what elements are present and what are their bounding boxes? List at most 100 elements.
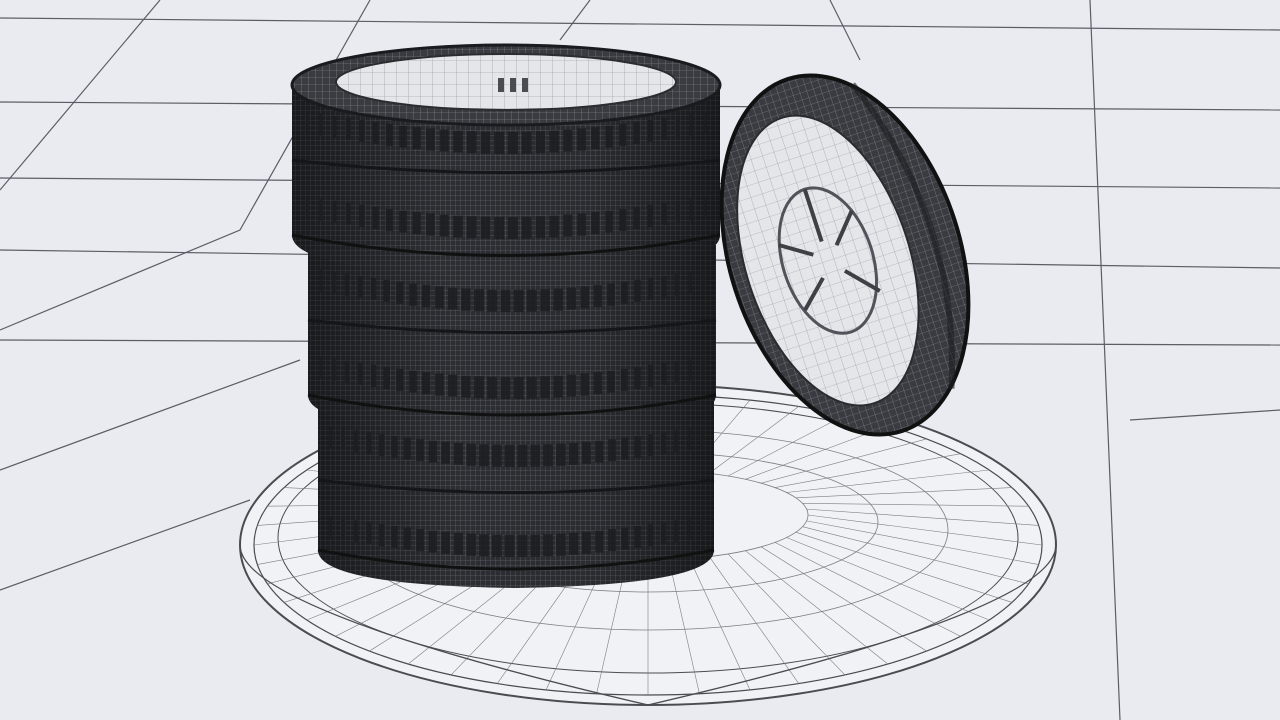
tread-block <box>530 534 541 557</box>
tread-block <box>540 376 550 399</box>
tread-block <box>593 372 602 395</box>
tread-block <box>391 525 398 548</box>
tread-block <box>466 131 477 154</box>
tread-block <box>634 435 641 458</box>
tread-block <box>480 131 491 154</box>
tread-block <box>620 368 628 391</box>
tread-block <box>549 130 559 153</box>
tread-block <box>647 119 654 142</box>
tread-block <box>661 202 667 225</box>
tread-block <box>453 532 463 555</box>
tread-block <box>607 370 615 393</box>
tread-block <box>353 520 359 543</box>
tread-block <box>479 534 489 557</box>
tread-block <box>403 527 411 550</box>
tread-block <box>378 524 385 547</box>
tread-block <box>608 529 616 552</box>
tread-block <box>494 131 505 154</box>
tread-block <box>702 269 705 292</box>
tread-block <box>577 213 586 236</box>
tread-block <box>620 281 628 304</box>
tread-block <box>569 442 579 465</box>
tread-block <box>687 428 691 451</box>
tread-block <box>689 198 694 221</box>
tread-block <box>441 531 450 554</box>
tread-block <box>319 356 322 379</box>
tread-block <box>582 441 591 464</box>
tread-block <box>441 441 450 464</box>
tread-block <box>357 275 363 298</box>
tread-block <box>385 208 393 231</box>
tread-block <box>453 130 463 153</box>
tread-block <box>399 210 407 233</box>
tread-block <box>563 214 573 237</box>
tread-block <box>566 374 576 397</box>
tread-block <box>494 216 505 239</box>
tread-block <box>422 372 431 395</box>
tread-block <box>675 200 680 223</box>
tread-block <box>412 127 421 150</box>
tread-block <box>461 288 471 311</box>
tread-block <box>487 289 498 312</box>
tread-block <box>582 531 591 554</box>
tread-block <box>366 522 372 545</box>
tread-block <box>341 518 345 541</box>
tread-block <box>378 434 385 457</box>
tread-block <box>435 286 444 309</box>
tread-block <box>688 271 692 294</box>
tread-block <box>412 212 421 235</box>
tread-block <box>428 440 437 463</box>
tread-block <box>608 439 616 462</box>
tread-block <box>521 216 532 239</box>
tread-block <box>549 215 559 238</box>
tread-block <box>428 530 437 553</box>
tread-block <box>357 362 363 385</box>
tread-block <box>540 289 550 312</box>
tread-block <box>448 287 458 310</box>
tread-block <box>370 364 377 387</box>
tread-block <box>487 376 498 399</box>
tread-block <box>372 206 379 229</box>
tread-block <box>675 115 680 138</box>
tread-block <box>647 204 654 227</box>
tread-block <box>595 440 604 463</box>
tread-block <box>605 210 613 233</box>
tread-block <box>673 430 679 453</box>
tread-block <box>553 375 563 398</box>
tread-block <box>416 529 424 552</box>
tread-block <box>372 121 379 144</box>
tread-block <box>466 533 476 556</box>
tread-block <box>396 281 404 304</box>
render-viewport <box>0 0 1280 720</box>
tread-block <box>580 286 589 309</box>
tread-block <box>605 125 613 148</box>
tread-block <box>318 113 323 136</box>
tread-block <box>621 437 629 460</box>
tread-block <box>703 111 707 134</box>
tread-block <box>332 271 336 294</box>
tread-block <box>513 376 524 399</box>
tread-block <box>661 275 667 298</box>
tread-block <box>619 208 627 231</box>
tread-block <box>396 368 404 391</box>
tread-block <box>647 524 654 547</box>
tread-block <box>619 123 627 146</box>
tread-block <box>332 358 336 381</box>
tread-block <box>702 356 705 379</box>
tread-block <box>660 432 666 455</box>
tread-block <box>703 196 707 219</box>
tread-block <box>556 533 566 556</box>
tread-block <box>383 366 390 389</box>
tread-block <box>479 444 489 467</box>
tread-block <box>543 534 553 557</box>
tread-block <box>556 443 566 466</box>
tread-block <box>543 444 553 467</box>
tread-block <box>305 196 309 219</box>
wireframe-scene <box>0 0 1280 720</box>
tread-block <box>689 113 694 136</box>
tread-block <box>647 434 654 457</box>
tread-block <box>439 129 449 152</box>
tread-block <box>403 437 411 460</box>
tread-block <box>513 289 524 312</box>
tread-block <box>399 125 407 148</box>
